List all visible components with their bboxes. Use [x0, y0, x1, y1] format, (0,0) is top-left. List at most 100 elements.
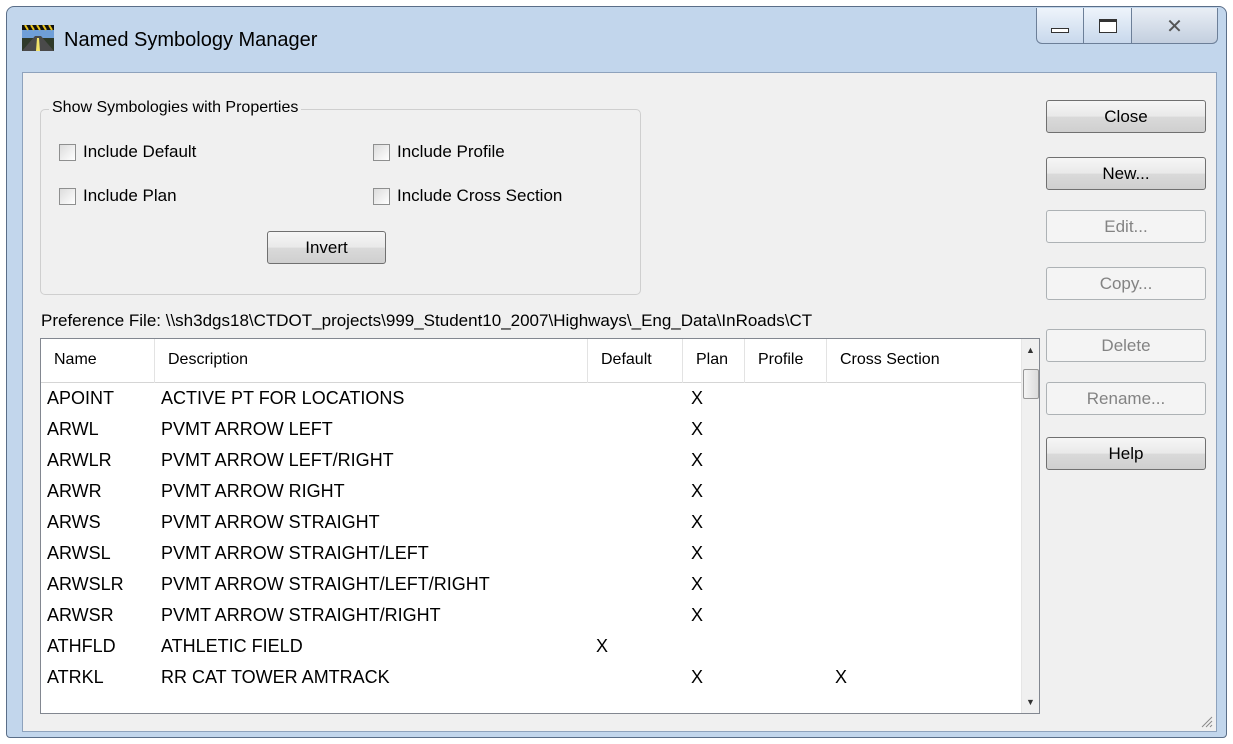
window-controls: ✕ [1036, 8, 1218, 48]
cell-cross-section [827, 383, 1023, 414]
cell-cross-section [827, 538, 1023, 569]
cell-default [588, 414, 683, 445]
include-default-label: Include Default [83, 142, 197, 161]
cell-default [588, 507, 683, 538]
maximize-icon [1098, 18, 1117, 33]
include-profile-checkbox[interactable]: Include Profile [373, 142, 505, 162]
table-row[interactable]: ARWR PVMT ARROW RIGHT X [41, 476, 1023, 507]
table-row[interactable]: ATHFLD ATHLETIC FIELD X [41, 631, 1023, 662]
new-button[interactable]: New... [1046, 157, 1206, 190]
include-cross-section-checkbox[interactable]: Include Cross Section [373, 186, 562, 206]
cell-cross-section: X [835, 667, 848, 687]
cell-description: RR CAT TOWER AMTRACK [161, 667, 390, 687]
cell-cross-section [827, 414, 1023, 445]
title-bar[interactable]: Named Symbology Manager ✕ [7, 7, 1226, 77]
cell-profile [745, 600, 827, 631]
edit-button[interactable]: Edit... [1046, 210, 1206, 243]
minimize-icon [1051, 28, 1069, 33]
show-symbologies-group: Show Symbologies with Properties Include… [40, 99, 641, 295]
cell-name: ATHFLD [47, 636, 116, 656]
column-header-description[interactable]: Description [155, 339, 588, 383]
cell-profile [745, 631, 827, 662]
cell-description: PVMT ARROW RIGHT [161, 481, 345, 501]
cell-description: PVMT ARROW LEFT [161, 419, 333, 439]
cell-plan: X [691, 667, 704, 687]
close-icon: ✕ [1166, 13, 1183, 38]
cell-description: PVMT ARROW STRAIGHT [161, 512, 380, 532]
vertical-scrollbar[interactable]: ▲ ▼ [1021, 339, 1039, 713]
resize-grip-icon[interactable] [1199, 714, 1213, 728]
cell-profile [745, 414, 827, 445]
column-header-plan[interactable]: Plan [683, 339, 745, 383]
cell-default [588, 662, 683, 693]
checkbox-box[interactable] [373, 143, 390, 161]
checkbox-box[interactable] [373, 187, 390, 205]
scrollbar-thumb[interactable] [1023, 369, 1039, 399]
table-row[interactable]: ARWSLR PVMT ARROW STRAIGHT/LEFT/RIGHT X [41, 569, 1023, 600]
cell-cross-section [827, 476, 1023, 507]
cell-name: ARWSR [47, 605, 114, 625]
include-plan-checkbox[interactable]: Include Plan [59, 186, 177, 206]
scroll-down-icon[interactable]: ▼ [1022, 693, 1039, 711]
cell-description: ATHLETIC FIELD [161, 636, 303, 656]
column-header-default[interactable]: Default [588, 339, 683, 383]
table-row[interactable]: ARWLR PVMT ARROW LEFT/RIGHT X [41, 445, 1023, 476]
cell-cross-section [827, 631, 1023, 662]
cell-default [588, 569, 683, 600]
dialog-window: Named Symbology Manager ✕ Show Symbologi… [6, 6, 1227, 738]
invert-button[interactable]: Invert [267, 231, 386, 264]
cell-profile [745, 662, 827, 693]
close-button[interactable]: Close [1046, 100, 1206, 133]
preference-file-path: Preference File: \\sh3dgs18\CTDOT_projec… [41, 311, 813, 330]
rename-button[interactable]: Rename... [1046, 382, 1206, 415]
column-header-name[interactable]: Name [41, 339, 155, 383]
cell-name: ARWL [47, 419, 99, 439]
cell-default: X [596, 636, 609, 656]
list-header: Name Description Default Plan Profile Cr… [41, 339, 1023, 383]
cell-name: ARWS [47, 512, 101, 532]
copy-button[interactable]: Copy... [1046, 267, 1206, 300]
symbology-list[interactable]: Name Description Default Plan Profile Cr… [40, 338, 1040, 714]
cell-profile [745, 445, 827, 476]
maximize-button[interactable] [1084, 8, 1132, 44]
table-row[interactable]: ARWSL PVMT ARROW STRAIGHT/LEFT X [41, 538, 1023, 569]
cell-cross-section [827, 569, 1023, 600]
table-row[interactable]: ARWL PVMT ARROW LEFT X [41, 414, 1023, 445]
cell-name: ARWR [47, 481, 102, 501]
scroll-up-icon[interactable]: ▲ [1022, 341, 1039, 359]
delete-button[interactable]: Delete [1046, 329, 1206, 362]
cell-cross-section [827, 507, 1023, 538]
cell-profile [745, 383, 827, 414]
cell-default [588, 476, 683, 507]
cell-description: PVMT ARROW LEFT/RIGHT [161, 450, 394, 470]
cell-plan: X [691, 512, 704, 532]
cell-description: PVMT ARROW STRAIGHT/LEFT/RIGHT [161, 574, 490, 594]
cell-description: ACTIVE PT FOR LOCATIONS [161, 388, 405, 408]
minimize-button[interactable] [1036, 8, 1084, 44]
app-icon [22, 25, 54, 51]
table-row[interactable]: ATRKL RR CAT TOWER AMTRACK X X [41, 662, 1023, 693]
cell-default [588, 538, 683, 569]
cell-plan [683, 631, 745, 662]
column-header-profile[interactable]: Profile [745, 339, 827, 383]
close-window-button[interactable]: ✕ [1132, 8, 1218, 44]
cell-plan: X [691, 543, 704, 563]
cell-cross-section [827, 445, 1023, 476]
cell-default [588, 383, 683, 414]
include-default-checkbox[interactable]: Include Default [59, 142, 196, 162]
help-button[interactable]: Help [1046, 437, 1206, 470]
cell-default [588, 445, 683, 476]
include-plan-label: Include Plan [83, 186, 177, 205]
cell-name: ATRKL [47, 667, 104, 687]
table-row[interactable]: ARWS PVMT ARROW STRAIGHT X [41, 507, 1023, 538]
cell-description: PVMT ARROW STRAIGHT/RIGHT [161, 605, 441, 625]
checkbox-box[interactable] [59, 143, 76, 161]
table-row[interactable]: ARWSR PVMT ARROW STRAIGHT/RIGHT X [41, 600, 1023, 631]
table-row[interactable]: APOINT ACTIVE PT FOR LOCATIONS X [41, 383, 1023, 414]
column-header-cross-section[interactable]: Cross Section [827, 339, 1023, 383]
include-cross-section-label: Include Cross Section [397, 186, 563, 205]
checkbox-box[interactable] [59, 187, 76, 205]
cell-name: ARWLR [47, 450, 112, 470]
cell-name: ARWSL [47, 543, 111, 563]
cell-plan: X [691, 450, 704, 470]
